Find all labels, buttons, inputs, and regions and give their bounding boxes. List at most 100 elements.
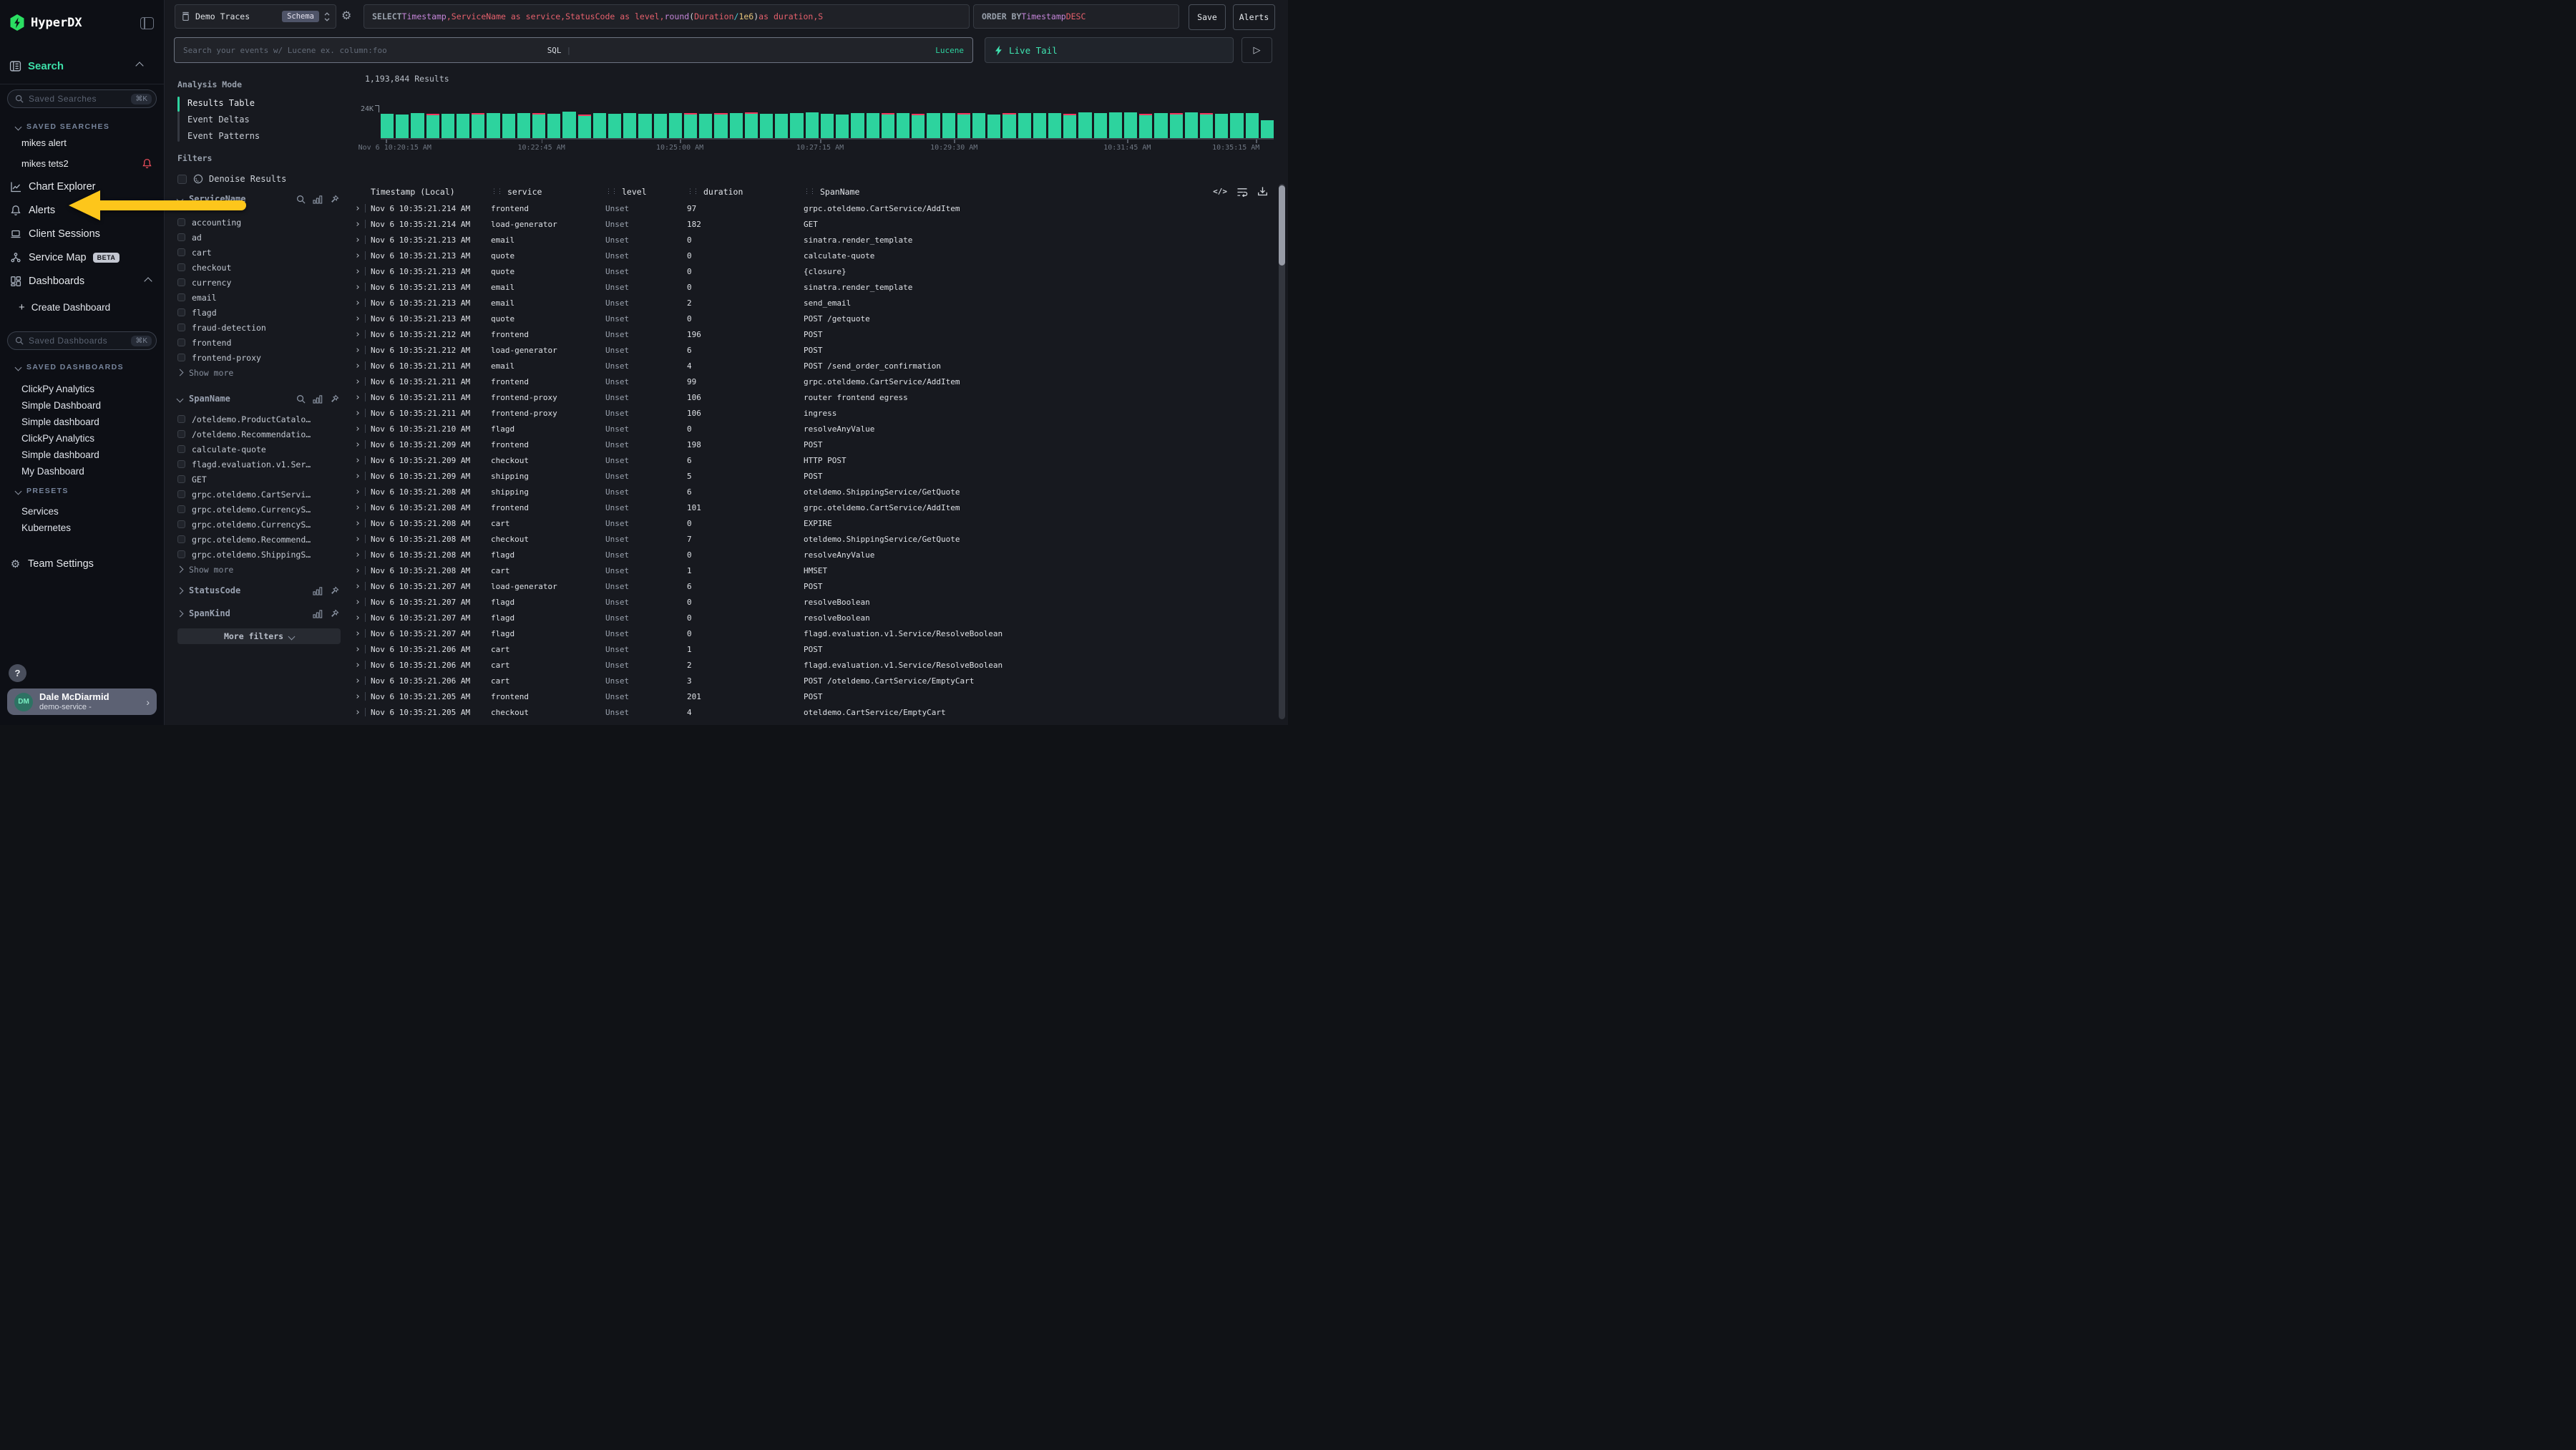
table-row[interactable]: ›Nov 6 10:35:21.213 AMquoteUnset0calcula… — [351, 248, 1277, 263]
row-expand[interactable]: › — [351, 661, 371, 670]
row-expand[interactable]: › — [351, 298, 371, 308]
row-expand[interactable]: › — [351, 314, 371, 323]
table-row[interactable]: ›Nov 6 10:35:21.209 AMfrontendUnset198PO… — [351, 437, 1277, 452]
filter-value-spanname[interactable]: /oteldemo.Recommendatio… — [177, 427, 341, 442]
row-expand[interactable]: › — [351, 235, 371, 245]
chart-toggle-icon[interactable] — [313, 195, 323, 204]
preset-item[interactable]: Kubernetes — [0, 520, 164, 536]
checkbox[interactable] — [177, 308, 185, 316]
sidebar-section-search[interactable]: Search — [9, 58, 154, 74]
filter-value-servicename[interactable]: frontend — [177, 335, 341, 350]
chevron-right-icon[interactable]: › — [355, 361, 361, 371]
saved-searches-input[interactable]: Saved Searches ⌘K — [7, 89, 157, 108]
filter-value-servicename[interactable]: checkout — [177, 260, 341, 275]
table-row[interactable]: ›Nov 6 10:35:21.211 AMemailUnset4POST /s… — [351, 358, 1277, 374]
filter-value-servicename[interactable]: cart — [177, 245, 341, 260]
table-row[interactable]: ›Nov 6 10:35:21.207 AMload-generatorUnse… — [351, 578, 1277, 594]
checkbox[interactable] — [177, 278, 185, 286]
filter-search-icon[interactable] — [296, 394, 306, 404]
chevron-right-icon[interactable]: › — [355, 251, 361, 261]
lucene-toggle[interactable]: Lucene — [935, 46, 964, 55]
table-row[interactable]: ›Nov 6 10:35:21.206 AMcartUnset2flagd.ev… — [351, 657, 1277, 673]
row-expand[interactable]: › — [351, 503, 371, 512]
scrollbar-thumb[interactable] — [1279, 185, 1285, 266]
checkbox[interactable] — [177, 323, 185, 331]
servicename-show-more[interactable]: Show more — [177, 365, 341, 380]
table-row[interactable]: ›Nov 6 10:35:21.208 AMflagdUnset0resolve… — [351, 547, 1277, 563]
filter-group-spankind[interactable]: SpanKind — [177, 608, 341, 619]
filter-value-spanname[interactable]: grpc.oteldemo.ShippingS… — [177, 547, 341, 562]
row-expand[interactable]: › — [351, 472, 371, 481]
table-row[interactable]: ›Nov 6 10:35:21.212 AMload-generatorUnse… — [351, 342, 1277, 358]
table-row[interactable]: ›Nov 6 10:35:21.211 AMfrontend-proxyUnse… — [351, 389, 1277, 405]
saved-dashboard-item[interactable]: ClickPy Analytics — [0, 381, 164, 397]
table-row[interactable]: ›Nov 6 10:35:21.209 AMcheckoutUnset6HTTP… — [351, 452, 1277, 468]
chevron-right-icon[interactable]: › — [355, 204, 361, 213]
drag-handle-icon[interactable]: ⋮⋮ — [605, 188, 617, 195]
filter-value-servicename[interactable]: currency — [177, 275, 341, 290]
drag-handle-icon[interactable]: ⋮⋮ — [687, 188, 698, 195]
table-row[interactable]: ›Nov 6 10:35:21.208 AMshippingUnset6otel… — [351, 484, 1277, 500]
chevron-right-icon[interactable]: › — [355, 582, 361, 591]
table-row[interactable]: ›Nov 6 10:35:21.207 AMflagdUnset0resolve… — [351, 610, 1277, 626]
chevron-right-icon[interactable]: › — [355, 661, 361, 670]
row-expand[interactable]: › — [351, 251, 371, 261]
chevron-right-icon[interactable]: › — [355, 692, 361, 701]
chevron-right-icon[interactable]: › — [355, 550, 361, 560]
checkbox[interactable] — [177, 339, 185, 346]
pin-icon[interactable] — [330, 586, 339, 595]
filter-group-spanname[interactable]: SpanName — [177, 393, 341, 404]
table-row[interactable]: ›Nov 6 10:35:21.208 AMcartUnset0EXPIRE — [351, 515, 1277, 531]
table-row[interactable]: ›Nov 6 10:35:21.206 AMcartUnset3POST /ot… — [351, 673, 1277, 688]
row-expand[interactable]: › — [351, 424, 371, 434]
chevron-right-icon[interactable]: › — [355, 645, 361, 654]
table-row[interactable]: ›Nov 6 10:35:21.208 AMcartUnset1HMSET — [351, 563, 1277, 578]
checkbox[interactable] — [177, 475, 185, 483]
chart-toggle-icon[interactable] — [313, 609, 323, 618]
filter-value-spanname[interactable]: grpc.oteldemo.CurrencyS… — [177, 502, 341, 517]
col-timestamp[interactable]: Timestamp (Local) — [371, 187, 491, 197]
live-tail-button[interactable]: Live Tail — [985, 37, 1234, 63]
checkbox[interactable] — [177, 490, 185, 498]
checkbox[interactable] — [177, 263, 185, 271]
alerts-button[interactable]: Alerts — [1233, 4, 1275, 30]
chevron-right-icon[interactable]: › — [355, 393, 361, 402]
row-expand[interactable]: › — [351, 346, 371, 355]
pin-icon[interactable] — [330, 195, 339, 204]
row-expand[interactable]: › — [351, 582, 371, 591]
table-row[interactable]: ›Nov 6 10:35:21.211 AMfrontendUnset99grp… — [351, 374, 1277, 389]
table-row[interactable]: ›Nov 6 10:35:21.207 AMflagdUnset0resolve… — [351, 594, 1277, 610]
checkbox[interactable] — [177, 550, 185, 558]
row-expand[interactable]: › — [351, 535, 371, 544]
checkbox[interactable] — [177, 175, 187, 184]
row-expand[interactable]: › — [351, 204, 371, 213]
row-expand[interactable]: › — [351, 550, 371, 560]
denoise-results-checkbox[interactable]: Denoise Results — [177, 172, 341, 186]
select-clause-input[interactable]: SELECT Timestamp, ServiceName as service… — [364, 4, 970, 29]
play-button[interactable]: ▷ — [1241, 37, 1272, 63]
col-spanname[interactable]: ⋮⋮SpanName — [804, 187, 1277, 197]
chevron-right-icon[interactable]: › — [355, 409, 361, 418]
chevron-right-icon[interactable]: › — [355, 598, 361, 607]
row-expand[interactable]: › — [351, 330, 371, 339]
more-filters-button[interactable]: More filters — [177, 628, 341, 644]
user-menu[interactable]: DM Dale McDiarmid demo-service - › — [7, 688, 157, 715]
chevron-right-icon[interactable]: › — [355, 314, 361, 323]
scrollbar[interactable] — [1279, 184, 1285, 719]
chevron-right-icon[interactable]: › — [355, 708, 361, 717]
chart-toggle-icon[interactable] — [313, 394, 323, 404]
col-level[interactable]: ⋮⋮level — [605, 187, 687, 197]
table-row[interactable]: ›Nov 6 10:35:21.206 AMcartUnset1POST — [351, 641, 1277, 657]
row-expand[interactable]: › — [351, 598, 371, 607]
table-row[interactable]: ›Nov 6 10:35:21.207 AMflagdUnset0flagd.e… — [351, 626, 1277, 641]
table-row[interactable]: ›Nov 6 10:35:21.208 AMfrontendUnset101gr… — [351, 500, 1277, 515]
table-row[interactable]: ›Nov 6 10:35:21.214 AMload-generatorUnse… — [351, 216, 1277, 232]
checkbox[interactable] — [177, 248, 185, 256]
filter-value-spanname[interactable]: grpc.oteldemo.CartServi… — [177, 487, 341, 502]
create-dashboard-button[interactable]: + Create Dashboard — [0, 298, 164, 316]
saved-dashboard-item[interactable]: Simple dashboard — [0, 447, 164, 463]
chevron-right-icon[interactable]: › — [355, 566, 361, 575]
filter-value-spanname[interactable]: flagd.evaluation.v1.Ser… — [177, 457, 341, 472]
row-expand[interactable]: › — [351, 409, 371, 418]
col-duration[interactable]: ⋮⋮duration — [687, 187, 804, 197]
